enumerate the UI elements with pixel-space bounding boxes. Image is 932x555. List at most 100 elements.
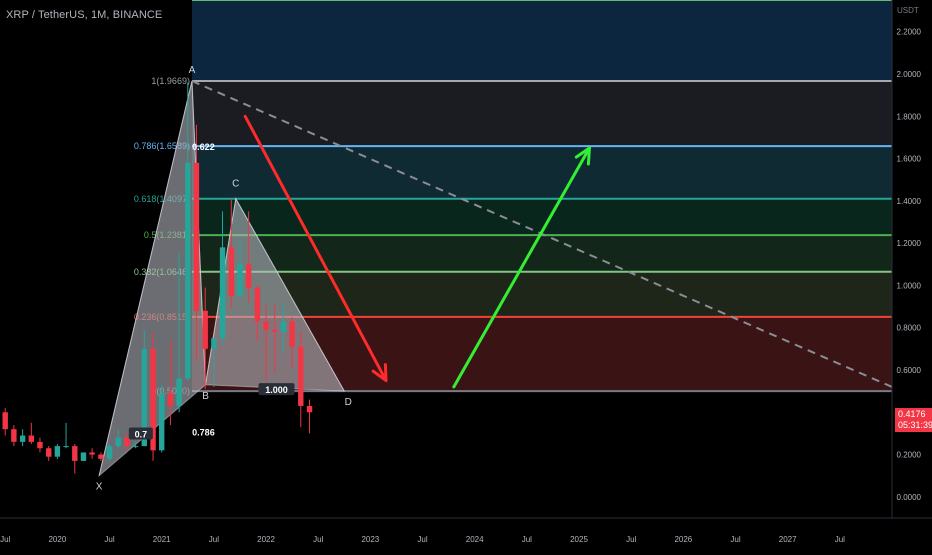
pattern-point-A: A: [189, 65, 196, 76]
candle[interactable]: [150, 331, 156, 461]
candle[interactable]: [63, 422, 69, 449]
chart-title: XRP / TetherUS, 1M, BINANCE: [6, 9, 163, 21]
price-tick-label: 0.8000: [897, 324, 922, 333]
candle[interactable]: [89, 448, 95, 459]
pattern-point-X: X: [96, 482, 103, 493]
time-tick-label: Jul: [730, 535, 740, 544]
candle-body: [185, 162, 191, 379]
time-axis: Jul 2020 Jul 2021 Jul 2022 Jul 2023 Jul 2024 Jul 20…: [0, 517, 932, 550]
ratio-label: 0.622: [192, 142, 215, 152]
candle-body: [219, 247, 226, 339]
candle[interactable]: [54, 444, 61, 459]
time-tick-label: 2023: [361, 535, 379, 544]
candle-body: [54, 446, 61, 457]
fib-zone-0.618: [191, 146, 892, 199]
chart-container[interactable]: 1(1.9669)0.786(1.6589)0.618(1.4097)0.5(1…: [0, 0, 932, 550]
price-tick-label: 1.8000: [897, 112, 922, 121]
time-tick-label: 2025: [570, 535, 588, 544]
ratio-label: 1.000: [265, 385, 288, 395]
candle[interactable]: [2, 408, 8, 436]
pattern-point-C: C: [232, 179, 239, 190]
time-tick-label: Jul: [104, 535, 114, 544]
candle-body: [80, 452, 87, 461]
time-tick-label: 2021: [153, 535, 171, 544]
ratio-label: 0.786: [192, 427, 215, 437]
candle-body: [37, 441, 43, 449]
time-tick-label: Jul: [0, 535, 10, 544]
price-tick-label: 0.0000: [897, 493, 922, 502]
candle-body: [106, 446, 113, 459]
time-tick-label: Jul: [313, 535, 323, 544]
candle-body: [176, 378, 182, 406]
price-tick-label: 1.6000: [897, 155, 922, 164]
candle-body: [98, 454, 104, 459]
price-axis-currency: USDT: [897, 6, 919, 15]
candle-body: [11, 429, 17, 442]
candle-body: [211, 338, 217, 349]
candle[interactable]: [306, 399, 313, 434]
ratio-label: 0.7: [135, 430, 148, 440]
time-tick-label: 2022: [257, 535, 275, 544]
time-tick-label: Jul: [626, 535, 636, 544]
candle-body: [132, 446, 139, 448]
candle-body: [124, 437, 130, 447]
time-tick-label: 2020: [48, 535, 66, 544]
candle-body: [245, 264, 252, 288]
candle[interactable]: [28, 422, 34, 444]
candle-body: [89, 452, 95, 455]
chart-canvas[interactable]: 1(1.9669)0.786(1.6589)0.618(1.4097)0.5(1…: [0, 0, 932, 550]
fib-zone-0.786: [191, 80, 892, 147]
candle-body: [289, 321, 295, 347]
candle-body: [159, 393, 165, 451]
candle-body: [2, 412, 8, 430]
current-price-value: 0.4176: [898, 409, 926, 419]
candle-body: [237, 264, 243, 296]
candle[interactable]: [11, 424, 17, 447]
candle-body: [271, 329, 278, 332]
fib-level-label-1: 1(1.9669): [151, 76, 190, 86]
time-tick-label: Jul: [835, 535, 845, 544]
candle-body: [72, 446, 78, 461]
current-price-badge: 0.4176 05:31:39: [895, 408, 932, 432]
bar-countdown: 05:31:39: [898, 420, 932, 430]
time-axis-bg: [0, 518, 932, 550]
candle[interactable]: [37, 437, 43, 453]
pattern-point-D: D: [345, 397, 352, 408]
price-tick-label: 1.2000: [897, 239, 922, 248]
price-tick-label: 1.4000: [897, 197, 922, 206]
time-tick-label: Jul: [522, 535, 532, 544]
time-tick-label: 2027: [779, 535, 797, 544]
candle-body: [19, 435, 26, 442]
candle-body: [228, 247, 234, 296]
time-tick-label: 2024: [466, 535, 484, 544]
candle-body: [167, 393, 174, 406]
time-tick-label: Jul: [417, 535, 427, 544]
price-tick-label: 0.2000: [897, 451, 922, 460]
candle[interactable]: [80, 452, 87, 461]
candle-body: [46, 448, 52, 457]
candle-body: [263, 321, 269, 330]
pattern-point-B: B: [202, 391, 209, 402]
candle-body: [28, 435, 34, 442]
price-tick-label: 0.6000: [897, 366, 922, 375]
price-tick-label: 2.0000: [897, 70, 922, 79]
time-tick-label: Jul: [209, 535, 219, 544]
candle[interactable]: [106, 444, 113, 461]
candle-body: [193, 162, 200, 311]
price-axis: USDT 2.2000 2.0000 1.8000 1.6000 1.4000 1.2000…: [891, 0, 932, 550]
fib-zone-0.382: [191, 235, 892, 272]
price-tick-label: 1.0000: [897, 281, 922, 290]
time-tick-label: 2026: [674, 535, 692, 544]
candle[interactable]: [19, 429, 26, 447]
candle-body: [306, 405, 313, 413]
candle[interactable]: [72, 444, 78, 474]
candle[interactable]: [159, 384, 165, 453]
fib-zone-extension: [191, 0, 892, 81]
candle-body: [63, 446, 69, 448]
price-tick-label: 2.2000: [897, 28, 922, 37]
candle-body: [202, 310, 208, 349]
candle[interactable]: [46, 446, 52, 461]
candle-body: [115, 437, 121, 447]
price-axis-bg: [892, 0, 932, 550]
candle-body: [254, 287, 261, 322]
